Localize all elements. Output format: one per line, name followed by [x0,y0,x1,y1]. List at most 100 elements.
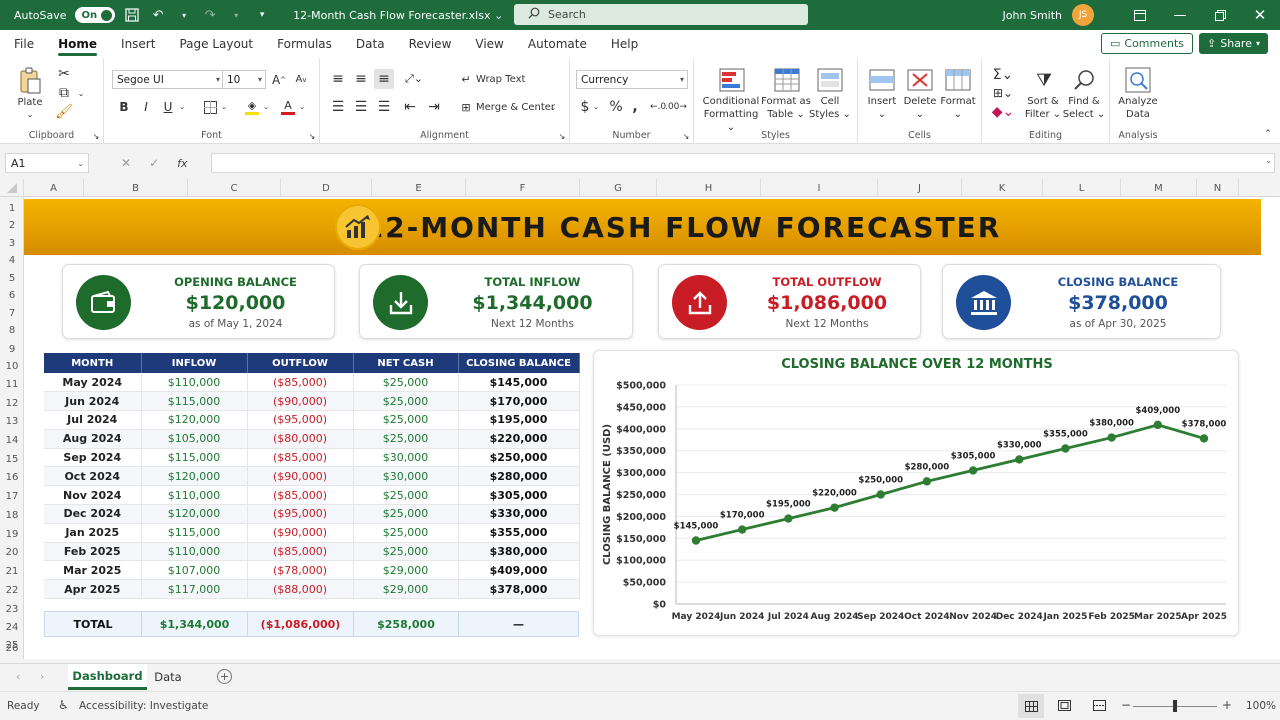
zoom-in-icon[interactable]: + [1222,698,1232,712]
column-header[interactable]: H [657,179,761,197]
align-right-icon[interactable]: ☰ [374,97,394,117]
cell-closing-balance[interactable]: $409,000 [458,560,580,581]
cell-net-cash[interactable]: $25,000 [353,523,459,543]
italic-icon[interactable]: I [138,98,154,116]
cell-inflow[interactable]: $117,000 [141,579,248,600]
format-painter-icon[interactable]: 🖌 [55,104,73,120]
row-header[interactable]: 20 [0,544,24,560]
format-as-table-icon[interactable] [773,66,801,94]
cell-month[interactable]: Nov 2024 [44,485,142,506]
cell-closing-balance[interactable]: $305,000 [458,485,580,506]
cell-month[interactable]: Oct 2024 [44,466,142,487]
column-header[interactable]: K [962,179,1043,197]
format-as-table-button[interactable]: Format as Table ⌄ [760,95,812,121]
autosum-icon[interactable]: Σ⌄ [992,66,1014,84]
zoom-out-icon[interactable]: − [1121,698,1131,712]
column-header[interactable]: A [24,179,84,197]
insert-cells-button[interactable]: Insert ⌄ [862,95,902,121]
align-left-icon[interactable]: ☰ [328,97,348,117]
cancel-icon[interactable]: ✕ [121,156,131,170]
cell-net-cash[interactable]: $25,000 [353,429,459,449]
font-size-select[interactable]: 10 ▾ [222,70,266,89]
cell-closing-balance[interactable]: $380,000 [458,542,580,562]
save-icon[interactable] [123,6,141,24]
cell-inflow[interactable]: $110,000 [141,542,248,562]
delete-cells-icon[interactable] [906,66,934,94]
cell-closing-balance[interactable]: $145,000 [458,373,580,393]
column-header[interactable]: N [1197,179,1239,197]
chevron-down-icon[interactable]: ⌄ [592,98,600,116]
row-header[interactable]: 13 [0,413,24,429]
borders-icon[interactable] [202,98,218,116]
redo-dropdown-icon[interactable]: ▾ [227,6,245,24]
increase-indent-icon[interactable]: ⇥ [424,97,444,117]
row-header[interactable]: 3 [0,235,24,251]
row-header[interactable]: 4 [0,252,24,268]
undo-icon[interactable]: ↶ [149,6,167,24]
cell-closing-balance[interactable]: $330,000 [458,504,580,524]
column-header[interactable]: G [580,179,657,197]
cell-closing-balance[interactable]: $250,000 [458,448,580,468]
align-center-icon[interactable]: ☰ [351,97,371,117]
cell-month[interactable]: Feb 2025 [44,542,142,562]
increase-font-icon[interactable]: A ^ [270,70,288,89]
menu-automate[interactable]: Automate [516,30,599,58]
share-button[interactable]: ⇪ Share ▾ [1199,33,1268,54]
total-closing-balance[interactable]: — [459,611,578,637]
cell-outflow[interactable]: ($90,000) [247,466,354,487]
column-header[interactable]: F [466,179,580,197]
cell-closing-balance[interactable]: $378,000 [458,579,580,600]
cell-net-cash[interactable]: $25,000 [353,373,459,393]
comments-button[interactable]: ▭ Comments [1100,33,1194,54]
chevron-down-icon[interactable]: ⌄ [220,98,228,116]
table-header[interactable]: OUTFLOW [247,353,354,373]
formula-input[interactable] [211,153,1275,173]
enter-icon[interactable]: ✓ [149,156,159,170]
row-header[interactable]: 6 [0,287,24,303]
redo-icon[interactable]: ↷ [201,6,219,24]
cell-month[interactable]: Jan 2025 [44,523,142,543]
total-net-cash[interactable]: $258,000 [354,611,459,637]
cell-net-cash[interactable]: $29,000 [353,560,459,581]
cell-styles-icon[interactable] [816,66,844,94]
cell-inflow[interactable]: $105,000 [141,429,248,449]
name-box[interactable]: A1 ⌄ [5,153,89,173]
accessibility-status[interactable]: Accessibility: Investigate [79,700,208,712]
chevron-down-icon[interactable]: ⌄ [298,98,306,116]
page-break-view-icon[interactable] [1093,700,1106,714]
zoom-level[interactable]: 100% [1246,700,1276,712]
cell-outflow[interactable]: ($78,000) [247,560,354,581]
find-select-button[interactable]: Find & Select ⌄ [1062,95,1106,121]
analyze-data-icon[interactable] [1124,66,1152,94]
cell-outflow[interactable]: ($95,000) [247,504,354,524]
cell-inflow[interactable]: $120,000 [141,410,248,430]
cell-inflow[interactable]: $110,000 [141,373,248,393]
minimize-icon[interactable]: — [1160,0,1200,30]
insert-cells-icon[interactable] [868,66,896,94]
row-header[interactable]: 18 [0,507,24,523]
avatar[interactable]: JS [1072,4,1094,26]
add-sheet-icon[interactable]: + [217,669,232,684]
row-header[interactable]: 10 [0,358,24,374]
cell-net-cash[interactable]: $25,000 [353,485,459,506]
conditional-formatting-button[interactable]: Conditional Formatting ⌄ [698,95,764,134]
cell-month[interactable]: Apr 2025 [44,579,142,600]
decrease-decimal-icon[interactable]: .00→ [665,98,687,116]
cell-month[interactable]: May 2024 [44,373,142,393]
align-middle-icon[interactable]: ≡ [351,69,371,89]
page-layout-view-icon[interactable] [1058,700,1071,714]
chevron-down-icon[interactable]: ⌄ [548,98,558,116]
cell-closing-balance[interactable]: $170,000 [458,391,580,412]
row-header[interactable]: 8 [0,322,24,338]
cell-net-cash[interactable]: $25,000 [353,410,459,430]
wrap-text-button[interactable]: Wrap Text [476,73,536,86]
cell-closing-balance[interactable]: $220,000 [458,429,580,449]
decrease-indent-icon[interactable]: ⇤ [400,97,420,117]
find-select-icon[interactable] [1070,66,1098,94]
accessibility-icon[interactable]: ♿ [58,698,69,712]
row-header[interactable]: 22 [0,582,24,598]
user-name[interactable]: John Smith [1003,9,1062,22]
cell-outflow[interactable]: ($85,000) [247,542,354,562]
conditional-formatting-icon[interactable] [718,66,746,94]
menu-page-layout[interactable]: Page Layout [167,30,265,58]
